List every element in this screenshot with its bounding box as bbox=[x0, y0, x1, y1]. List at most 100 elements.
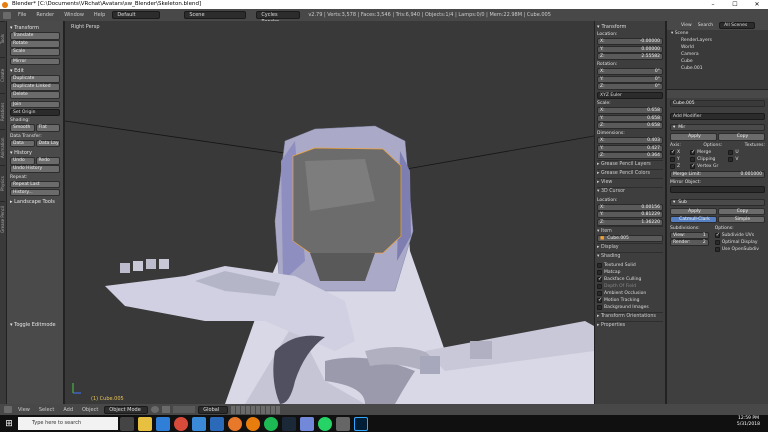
taskbar-search-input[interactable]: Type here to search bbox=[18, 417, 118, 430]
mail-icon[interactable] bbox=[210, 416, 224, 431]
rotation-x-field[interactable]: X: 0° bbox=[597, 68, 663, 75]
view-panel[interactable]: ▸ View bbox=[597, 177, 663, 187]
outliner-item-renderlayers[interactable]: RenderLayers bbox=[667, 37, 768, 44]
motion-tracking-checkbox[interactable]: Motion Tracking bbox=[597, 297, 663, 303]
optimal-display-checkbox[interactable]: Optimal Display bbox=[714, 239, 765, 245]
edit-section-title[interactable]: ▾ Edit bbox=[10, 68, 60, 74]
grease-pencil-colors-panel[interactable]: ▸ Grease Pencil Colors bbox=[597, 168, 663, 178]
duplicate-button[interactable]: Duplicate bbox=[10, 75, 60, 83]
texture-u-checkbox[interactable]: U bbox=[728, 149, 739, 155]
dimensions-y-field[interactable]: Y: 0.427 bbox=[597, 144, 663, 152]
delete-button[interactable]: Delete bbox=[10, 91, 60, 99]
object-menu[interactable]: Object bbox=[79, 404, 101, 416]
cursor-x-field[interactable]: X: 0.00156 bbox=[597, 203, 663, 211]
textured-solid-checkbox[interactable]: Textured Solid bbox=[597, 262, 663, 268]
transform-panel-title[interactable]: ▾ Transform bbox=[597, 24, 663, 30]
scale-z-field[interactable]: Z: 0.658 bbox=[597, 122, 663, 129]
chrome-icon[interactable] bbox=[174, 416, 188, 431]
discord-icon[interactable] bbox=[300, 416, 314, 431]
tab-animation[interactable]: Animation bbox=[0, 129, 5, 165]
menu-file[interactable]: File bbox=[15, 9, 29, 21]
orientation-select[interactable]: Global bbox=[198, 405, 229, 414]
backface-culling-checkbox[interactable]: Backface Culling bbox=[597, 276, 663, 282]
outliner-item-world[interactable]: World bbox=[667, 44, 768, 51]
properties-context-tabs[interactable] bbox=[667, 90, 768, 98]
transform-orientations-panel[interactable]: ▸ Transform Orientations bbox=[597, 311, 663, 321]
location-x-field[interactable]: X: -0.00000 bbox=[597, 38, 663, 45]
maximize-button[interactable]: ☐ bbox=[724, 0, 746, 9]
mirror-button[interactable]: Mirror bbox=[10, 57, 60, 65]
transform-section-title[interactable]: ▾ Transform bbox=[10, 25, 60, 31]
layout-select[interactable]: Default bbox=[112, 11, 161, 19]
translate-button[interactable]: Translate bbox=[10, 32, 60, 40]
subsurf-apply-button[interactable]: Apply bbox=[670, 207, 717, 215]
history-section-title[interactable]: ▾ History bbox=[10, 150, 60, 156]
location-z-field[interactable]: Z: 2.55582 bbox=[597, 53, 663, 60]
firefox-icon[interactable] bbox=[228, 416, 242, 431]
outliner-search-menu[interactable]: Search bbox=[698, 23, 713, 28]
outliner-item-cube-001[interactable]: Cube.001 bbox=[667, 65, 768, 72]
render-engine-select[interactable]: Cycles Render bbox=[256, 11, 301, 25]
mirror-axis-x-checkbox[interactable]: X bbox=[670, 149, 680, 155]
subdivide-uvs-checkbox[interactable]: Subdivide UVs bbox=[714, 232, 765, 238]
scale-x-field[interactable]: X: 0.658 bbox=[597, 107, 663, 114]
set-origin-select[interactable]: Set Origin bbox=[10, 109, 60, 116]
editor-type-3d-icon[interactable] bbox=[4, 406, 12, 413]
view-menu[interactable]: View bbox=[15, 404, 33, 416]
item-panel[interactable]: ▾ Item bbox=[597, 226, 663, 235]
scale-button[interactable]: Scale bbox=[10, 48, 60, 56]
mirror-modifier-header[interactable]: ▾ Mir bbox=[670, 124, 765, 131]
pivot-icon[interactable] bbox=[162, 406, 171, 413]
blender-taskbar-icon[interactable] bbox=[246, 416, 260, 431]
tab-create[interactable]: Create bbox=[0, 57, 5, 93]
tab-physics[interactable]: Physics bbox=[0, 165, 5, 201]
duplicate-linked-button[interactable]: Duplicate Linked bbox=[10, 83, 60, 91]
viewport-shading-icon[interactable] bbox=[151, 406, 160, 413]
mirror-object-field[interactable] bbox=[670, 185, 765, 193]
windows-start-icon[interactable]: ⊞ bbox=[0, 415, 18, 432]
cursor-y-field[interactable]: Y: 0.81229 bbox=[597, 211, 663, 218]
tab-relations[interactable]: Relations bbox=[0, 93, 5, 129]
item-name-field[interactable]: ■ Cube.005 bbox=[597, 235, 663, 242]
minimize-button[interactable]: – bbox=[702, 0, 724, 9]
mirror-axis-z-checkbox[interactable]: Z bbox=[670, 163, 680, 169]
scene-select[interactable]: Scene bbox=[184, 11, 247, 19]
grease-pencil-layers-panel[interactable]: ▸ Grease Pencil Layers bbox=[597, 159, 663, 169]
flat-button[interactable]: Flat bbox=[35, 124, 60, 132]
spotify-icon[interactable] bbox=[264, 416, 278, 431]
redo-button[interactable]: Redo bbox=[35, 157, 60, 165]
texture-v-checkbox[interactable]: V bbox=[728, 156, 738, 162]
dimensions-z-field[interactable]: Z: 0.364 bbox=[597, 152, 663, 159]
use-opensubdiv-checkbox[interactable]: Use OpenSubdiv bbox=[714, 246, 765, 252]
merge-limit-field[interactable]: Merge Limit: 0.001000 bbox=[670, 170, 765, 178]
layers-grid[interactable] bbox=[231, 405, 282, 414]
tab-tools[interactable]: Tools bbox=[0, 21, 5, 57]
steam-icon[interactable] bbox=[282, 416, 296, 431]
add-modifier-button[interactable]: Add Modifier bbox=[670, 113, 765, 120]
subdiv-view-field[interactable]: View: 1 bbox=[670, 231, 709, 239]
mirror-copy-button[interactable]: Copy bbox=[718, 133, 765, 141]
background-images-checkbox[interactable]: Background Images bbox=[597, 304, 663, 310]
edge-icon[interactable] bbox=[156, 416, 170, 431]
join-button[interactable]: Join bbox=[10, 100, 60, 108]
photoshop-icon[interactable] bbox=[354, 416, 368, 431]
subdiv-render-field[interactable]: Render: 2 bbox=[670, 239, 709, 246]
select-menu[interactable]: Select bbox=[36, 404, 57, 416]
whatsapp-icon[interactable] bbox=[318, 416, 332, 431]
menu-render[interactable]: Render bbox=[33, 9, 57, 21]
repeat-last-button[interactable]: Repeat Last bbox=[10, 180, 60, 188]
history-button[interactable]: History... bbox=[10, 188, 60, 196]
file-explorer-icon[interactable] bbox=[138, 416, 152, 431]
add-menu[interactable]: Add bbox=[60, 404, 76, 416]
undo-button[interactable]: Undo bbox=[10, 157, 35, 165]
editor-type-icon[interactable] bbox=[3, 11, 11, 19]
3d-cursor-panel[interactable]: ▾ 3D Cursor bbox=[597, 186, 663, 196]
rotation-mode-select[interactable]: XYZ Euler bbox=[597, 92, 663, 99]
vertex-groups-checkbox[interactable]: Vertex Gr bbox=[690, 163, 718, 169]
tab-grease-pencil[interactable]: Grease Pencil bbox=[0, 201, 5, 237]
outliner-item-camera[interactable]: Camera bbox=[667, 51, 768, 58]
task-view-icon[interactable] bbox=[120, 416, 134, 431]
rotate-button[interactable]: Rotate bbox=[10, 40, 60, 48]
properties-panel[interactable]: ▸ Properties bbox=[597, 320, 663, 330]
ambient-occlusion-checkbox[interactable]: Ambient Occlusion bbox=[597, 290, 663, 296]
